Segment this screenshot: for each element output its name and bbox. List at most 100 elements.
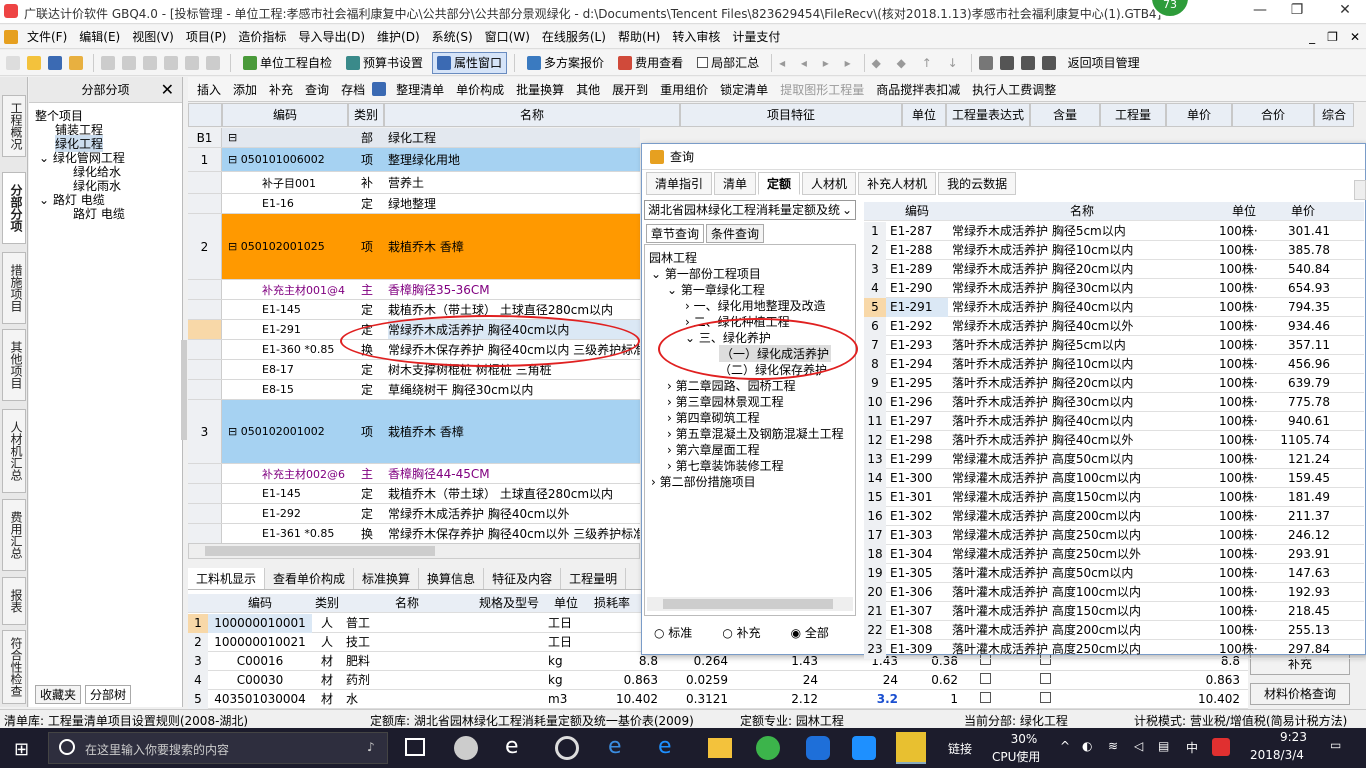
tree-node-chapter-five[interactable]: › 第五章混凝土及钢筋混凝土工程 — [667, 425, 844, 442]
tab-quota[interactable]: 定额 — [758, 172, 801, 195]
wifi-icon[interactable]: ≋ — [1108, 739, 1118, 753]
menu-edit[interactable]: 编辑(E) — [73, 28, 126, 45]
detail-row[interactable]: 4 C00030 材药剂 kg 0.863 0.0259 24 24 0.62 0.863 — [188, 671, 1248, 690]
menu-view[interactable]: 视图(V) — [126, 28, 180, 45]
tray-chevron-icon[interactable]: ^ — [1060, 739, 1070, 753]
table-row[interactable]: 补充主材002@6 主 香樟胸径44-45CM — [188, 464, 640, 484]
tree-node-chapter-seven[interactable]: › 第七章装饰装修工程 — [667, 457, 784, 474]
menu-online[interactable]: 在线服务(L) — [536, 28, 612, 45]
app-menu-icon[interactable] — [4, 29, 18, 44]
quota-row[interactable]: 4 E1-290 常绿乔木成活养护 胸径30cm以内 100株· 654.93 — [864, 279, 1364, 298]
sort-icon[interactable] — [1020, 55, 1035, 70]
quota-row[interactable]: 7 E1-293 落叶乔木成活养护 胸径5cm以内 100株· 357.11 — [864, 336, 1364, 355]
copy-icon[interactable] — [122, 55, 136, 70]
minimize-button[interactable]: — — [1245, 2, 1275, 22]
quota-row[interactable]: 14 E1-300 常绿灌木成活养护 高度100cm以内 100株· 159.45 — [864, 469, 1364, 488]
tree-node-part-one[interactable]: ⌄ 第一部份工程项目 — [651, 265, 761, 282]
file-explorer-icon[interactable] — [708, 738, 732, 758]
quota-row[interactable]: 2 E1-288 常绿乔木成活养护 胸径10cm以内 100株· 385.78 — [864, 241, 1364, 260]
table-row[interactable]: E1-145 定栽植乔木（带土球） 土球直径280cm以内 — [188, 300, 640, 320]
dialog-side-button[interactable] — [1354, 180, 1366, 200]
quota-row[interactable]: 20 E1-306 落叶灌木成活养护 高度100cm以内 100株· 192.93 — [864, 583, 1364, 602]
menu-payment[interactable]: 计量支付 — [726, 28, 786, 45]
formula-icon[interactable] — [999, 55, 1014, 70]
quota-row[interactable]: 22 E1-308 落叶灌木成活养护 高度200cm以内 100株· 255.13 — [864, 621, 1364, 640]
local-summary-checkbox[interactable] — [697, 57, 709, 68]
supplement-button[interactable]: 补充 — [264, 81, 298, 98]
tab-section-tree[interactable]: 分部树 — [85, 685, 132, 704]
hscroll-thumb[interactable] — [205, 546, 435, 556]
edge-icon[interactable]: e — [505, 734, 519, 759]
quota-row[interactable]: 3 E1-289 常绿乔木成活养护 胸径20cm以内 100株· 540.84 — [864, 260, 1364, 279]
table-row[interactable]: E8-15 定 草绳绕树干 胸径30cm以内 — [188, 380, 640, 400]
table-row[interactable]: E1-361 *0.85 换 常绿乔木保存养护 胸径40cm以外 三级养护标准 — [188, 524, 640, 544]
360-browser-icon[interactable] — [756, 736, 780, 760]
tab-compliance-check[interactable]: 符合性检查 — [2, 630, 26, 704]
tab-condition-query[interactable]: 条件查询 — [706, 224, 765, 243]
menu-audit[interactable]: 转入审核 — [666, 28, 726, 45]
tree-node-garden-works[interactable]: 园林工程 — [649, 249, 697, 266]
tree-hscroll-thumb[interactable] — [663, 599, 833, 609]
tab-measures[interactable]: 措施项目 — [2, 252, 26, 324]
tab-features[interactable]: 特征及内容 — [484, 568, 562, 589]
delete-icon[interactable] — [164, 55, 178, 70]
query-button[interactable]: 查询 — [300, 81, 334, 98]
tab-convert-info[interactable]: 换算信息 — [419, 568, 485, 589]
table-row[interactable]: E1-16 定 绿地整理 — [188, 194, 640, 214]
table-row[interactable]: E1-292 定 常绿乔木成活养护 胸径40cm以外 — [188, 504, 640, 524]
tree-hscrollbar[interactable] — [647, 597, 853, 611]
tab-unit-price[interactable]: 查看单价构成 — [265, 568, 355, 589]
new-icon[interactable] — [6, 55, 20, 70]
tab-supplement-material[interactable]: 补充人材机 — [858, 172, 937, 195]
ie-icon[interactable]: e — [608, 734, 622, 759]
unit-price-button[interactable]: 单价构成 — [451, 81, 509, 98]
tab-cloud-data[interactable]: 我的云数据 — [938, 172, 1017, 195]
quota-row[interactable]: 8 E1-294 落叶乔木成活养护 胸径10cm以内 100株· 456.96 — [864, 355, 1364, 374]
task-view-icon[interactable] — [405, 738, 425, 756]
swirl-app-icon[interactable] — [555, 736, 579, 760]
notification-icon[interactable]: ▭ — [1330, 738, 1341, 752]
redo-icon[interactable] — [206, 55, 220, 70]
mdi-minimize[interactable]: _ — [1303, 30, 1321, 44]
binoculars-icon[interactable] — [372, 82, 387, 96]
extract-quantity-button[interactable]: 提取图形工程量 — [775, 81, 869, 98]
quota-library-select[interactable]: 湖北省园林绿化工程消耗量定额及统 ⌄ — [644, 200, 856, 220]
undo-icon[interactable] — [185, 55, 199, 70]
menu-window[interactable]: 窗口(W) — [479, 28, 536, 45]
table-row[interactable]: 补子目001 补 营养土 — [188, 172, 640, 194]
quota-row[interactable]: 19 E1-305 落叶灌木成活养护 高度50cm以内 100株· 147.63 — [864, 564, 1364, 583]
tab-quantity-detail[interactable]: 工程量明 — [561, 568, 627, 589]
table-row[interactable]: 补充主材001@4 主 香樟胸径35-36CM — [188, 280, 640, 300]
expand-to-button[interactable]: 展开到 — [607, 81, 653, 98]
tab-labor-material-summary[interactable]: 人材机汇总 — [2, 409, 26, 493]
save-icon[interactable] — [48, 55, 62, 70]
mdi-close[interactable]: ✕ — [1344, 30, 1366, 44]
quota-row[interactable]: 10 E1-296 落叶乔木成活养护 胸径30cm以内 100株· 775.78 — [864, 393, 1364, 412]
close-icon[interactable]: ✕ — [161, 77, 174, 103]
close-button[interactable]: ✕ — [1330, 2, 1360, 22]
tab-fee-summary[interactable]: 费用汇总 — [2, 499, 26, 571]
cut-icon[interactable] — [101, 55, 115, 70]
detail-row[interactable]: 5 403501030004 材水 m3 10.402 0.3121 2.12 3.2 1 10.… — [188, 690, 1248, 709]
quota-row[interactable]: 1 E1-287 常绿乔木成活养护 胸径5cm以内 100株· 301.41 — [864, 222, 1364, 241]
batch-convert-button[interactable]: 批量换算 — [511, 81, 569, 98]
tree-node-street-light-cable[interactable]: 路灯 电缆 — [73, 205, 125, 222]
tab-project-overview[interactable]: 工程概况 — [2, 95, 26, 157]
menu-file[interactable]: 文件(F) — [21, 28, 73, 45]
table-row[interactable]: 2 ⊟ 050102001025 项 栽植乔木 香樟 — [188, 214, 640, 280]
tab-list-guide[interactable]: 清单指引 — [646, 172, 713, 195]
windows-start-icon[interactable]: ⊞ — [14, 739, 29, 760]
insert-button[interactable]: 插入 — [192, 81, 226, 98]
quota-row[interactable]: 6 E1-292 常绿乔木成活养护 胸径40cm以外 100株· 934.46 — [864, 317, 1364, 336]
mix-deduct-button[interactable]: 商品搅拌表扣减 — [871, 81, 965, 98]
tab-list[interactable]: 清单 — [714, 172, 757, 195]
quota-row[interactable]: 15 E1-301 常绿灌木成活养护 高度150cm以内 100株· 181.49 — [864, 488, 1364, 507]
restore-button[interactable]: ❐ — [1282, 2, 1312, 22]
quota-row[interactable]: 11 E1-297 落叶乔木成活养护 胸径40cm以内 100株· 940.61 — [864, 412, 1364, 431]
folder-icon[interactable] — [69, 55, 83, 70]
local-summary-button[interactable]: 局部汇总 — [692, 52, 764, 74]
list-icon[interactable] — [1041, 55, 1056, 70]
sogou-icon[interactable] — [1212, 738, 1230, 756]
table-row[interactable]: 1 ⊟ 050101006002 项 整理绿化用地 — [188, 148, 640, 172]
self-check-button[interactable]: 单位工程自检 — [238, 52, 337, 74]
